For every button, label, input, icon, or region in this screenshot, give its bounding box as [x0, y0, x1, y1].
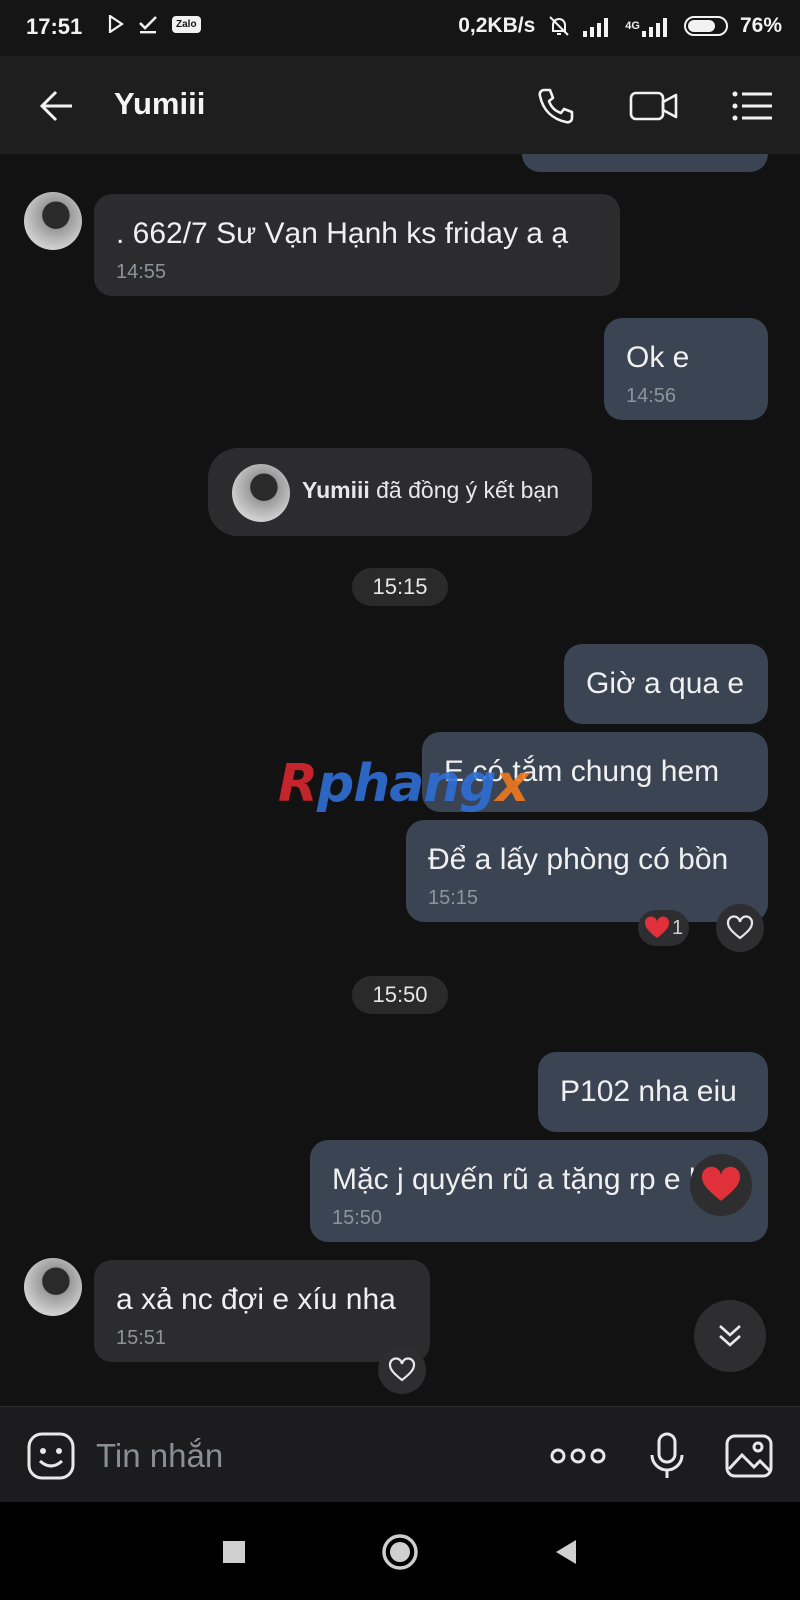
message-text: Mặc j quyến rũ a tặng rp e he [332, 1163, 723, 1196]
more-options-icon[interactable] [550, 1431, 606, 1481]
network-speed: 0,2KB/s [458, 14, 536, 37]
message-text: . 662/7 Sư Vạn Hạnh ks friday a ạ [116, 217, 569, 250]
image-gallery-icon[interactable] [724, 1431, 774, 1481]
scroll-to-bottom-button[interactable] [694, 1300, 766, 1372]
message-text: Giờ a qua e [586, 667, 745, 700]
react-heart-button[interactable] [378, 1346, 426, 1394]
notice-name: Yumiii [302, 477, 370, 503]
emoji-sticker-icon[interactable] [26, 1431, 76, 1481]
heart-reaction-badge[interactable] [690, 1154, 752, 1216]
network-type: 4G [625, 20, 640, 32]
notification-icons: Zalo [108, 14, 201, 34]
message-time: 14:56 [626, 385, 677, 407]
message-bubble[interactable]: Ok e 14:56 [604, 318, 768, 420]
message-time: 14:55 [116, 261, 167, 283]
time-divider: 15:15 [352, 568, 448, 606]
watermark-logo: Rphangx [278, 754, 529, 814]
status-right: 0,2KB/s 4G 76% [458, 14, 782, 38]
avatar[interactable] [232, 464, 290, 522]
message-bubble[interactable]: Để a lấy phòng có bồn 15:15 [406, 820, 768, 922]
message-bubble[interactable]: . 662/7 Sư Vạn Hạnh ks friday a ạ 14:55 [94, 194, 620, 296]
chat-area[interactable]: . 662/7 Sư Vạn Hạnh ks friday a ạ 14:55 … [0, 154, 800, 1406]
signal-icon [583, 18, 609, 37]
message-text: Ok e [626, 341, 690, 374]
recent-apps-icon[interactable] [212, 1530, 256, 1574]
status-time: 17:51 [26, 14, 83, 39]
back-arrow-icon[interactable] [36, 86, 76, 126]
heart-outline-icon [726, 915, 754, 940]
microphone-icon[interactable] [642, 1431, 692, 1481]
zalo-icon: Zalo [172, 15, 201, 33]
avatar[interactable] [24, 1258, 82, 1316]
heart-reaction-icon [644, 916, 670, 938]
message-text: a xả nc đợi e xíu nha [116, 1283, 396, 1316]
chat-title[interactable]: Yumiii [114, 86, 205, 122]
notice-text: đã đồng ý kết bạn [376, 477, 560, 503]
friend-accepted-notice: Yumiii đã đồng ý kết bạn [208, 448, 592, 536]
message-text: Để a lấy phòng có bồn [428, 843, 729, 876]
reaction-count: 1 [672, 916, 684, 939]
play-store-icon [108, 15, 124, 33]
menu-list-icon[interactable] [730, 84, 774, 128]
message-bubble[interactable]: a xả nc đợi e xíu nha 15:51 [94, 1260, 430, 1362]
time-divider: 15:50 [352, 976, 448, 1014]
message-bubble[interactable]: Giờ a qua e [564, 644, 768, 724]
home-icon[interactable] [378, 1530, 422, 1574]
video-call-icon[interactable] [628, 84, 680, 128]
signal-4g-icon [641, 18, 667, 37]
double-chevron-down-icon [719, 1325, 741, 1347]
battery-level: 76% [739, 14, 782, 37]
message-time: 15:50 [332, 1207, 383, 1229]
message-time: 15:51 [116, 1327, 167, 1349]
avatar[interactable] [24, 192, 82, 250]
phone-icon[interactable] [534, 84, 578, 128]
mute-bell-icon [549, 16, 569, 36]
message-input-bar [0, 1406, 800, 1503]
android-nav-bar [0, 1502, 800, 1600]
chat-header: Yumiii [0, 56, 800, 154]
battery-icon [683, 16, 728, 36]
message-input[interactable] [94, 1433, 518, 1479]
check-download-icon [139, 16, 157, 34]
message-bubble-partial [522, 154, 768, 172]
message-time: 15:15 [428, 887, 479, 909]
heart-reaction-icon [701, 1166, 741, 1201]
message-text: P102 nha eiu [560, 1075, 737, 1108]
heart-outline-icon [388, 1357, 416, 1382]
back-triangle-icon[interactable] [544, 1530, 588, 1574]
message-bubble[interactable]: P102 nha eiu [538, 1052, 768, 1132]
reaction-summary[interactable]: 1 [638, 910, 690, 946]
status-bar: 17:51 Zalo 0,2KB/s 4G 76% [0, 0, 800, 56]
react-heart-button[interactable] [716, 904, 764, 952]
